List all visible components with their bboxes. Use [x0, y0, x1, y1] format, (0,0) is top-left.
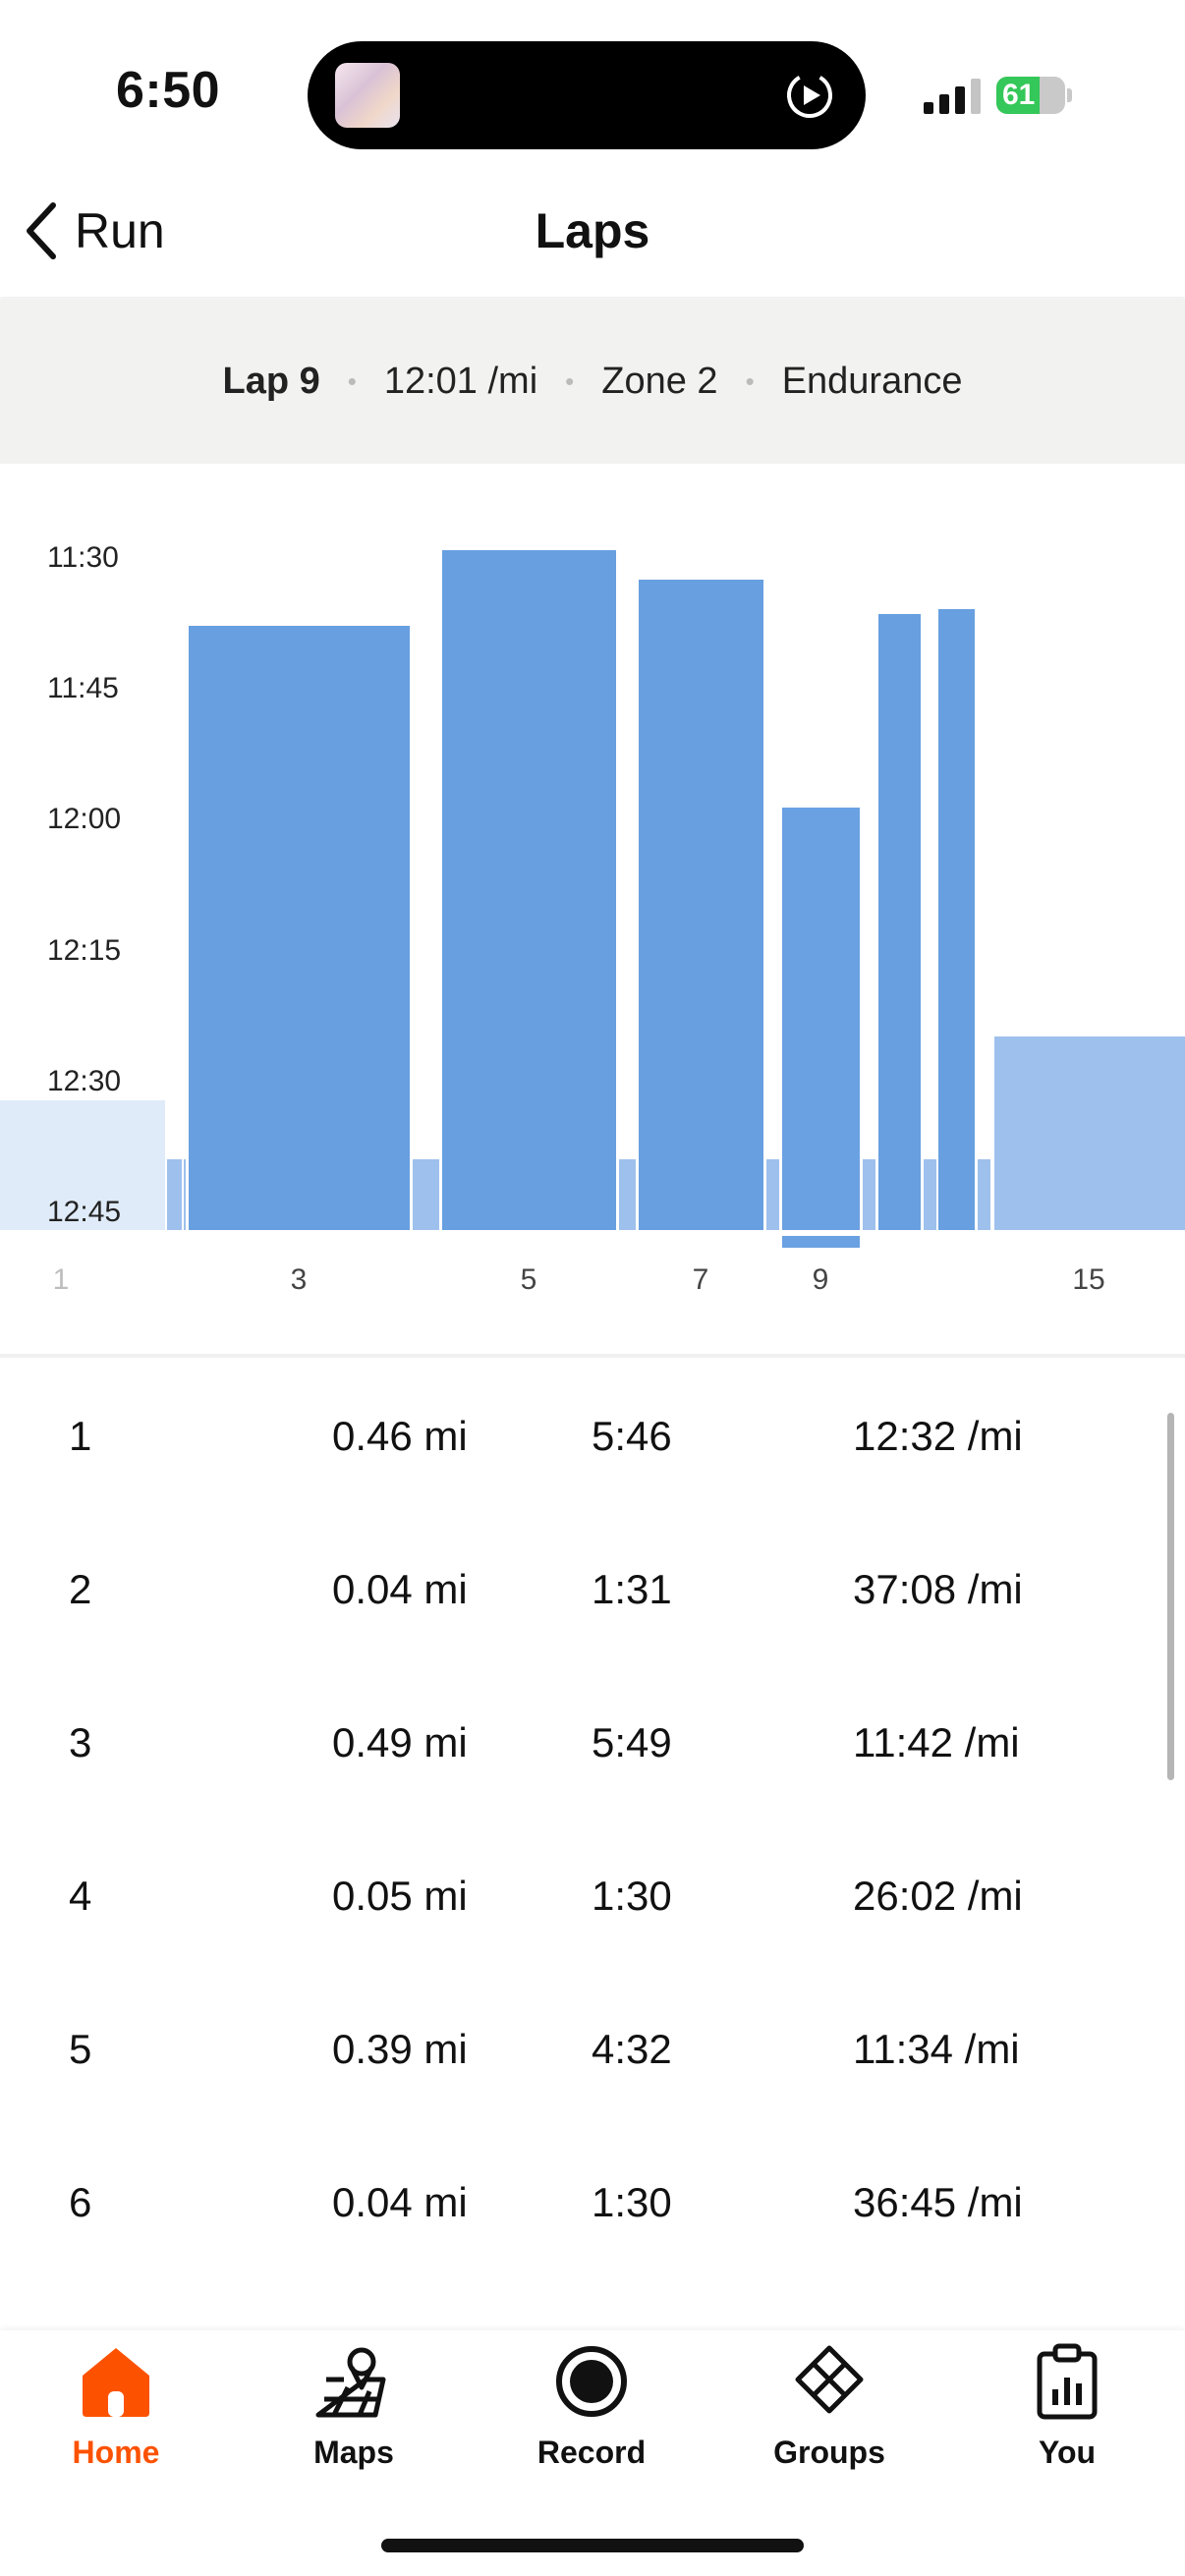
x-tick-label: 9: [813, 1263, 829, 1296]
divider: [0, 1354, 1185, 1358]
lap-number: 1: [69, 1413, 92, 1459]
table-row[interactable]: 6 0.04 mi 1:30 36:45 /mi: [0, 2126, 1185, 2279]
lap-distance: 0.05 mi: [332, 1873, 468, 1919]
tab-record-label: Record: [536, 2435, 647, 2470]
lap-distance: 0.39 mi: [332, 2026, 468, 2072]
summary-pace: 12:01 /mi: [383, 360, 538, 402]
bar-lap-11[interactable]: [878, 614, 921, 1230]
lap-number: 6: [69, 2179, 92, 2225]
bar-lap-9[interactable]: [782, 808, 860, 1230]
bar-lap-5[interactable]: [442, 550, 616, 1230]
lap-distance: 0.04 mi: [332, 2179, 468, 2225]
bar-lap-6[interactable]: [619, 1159, 636, 1230]
tab-you-label: You: [1038, 2435, 1097, 2470]
lap-pace: 11:34 /mi: [853, 2026, 1020, 2072]
summary-lap: Lap 9: [222, 360, 320, 402]
lap-pace: 37:08 /mi: [853, 1566, 1023, 1612]
table-row[interactable]: 3 0.49 mi 5:49 11:42 /mi: [0, 1666, 1185, 1820]
record-icon: [556, 2346, 627, 2417]
bar-lap-2[interactable]: [167, 1159, 182, 1230]
battery-icon: 61: [996, 77, 1073, 116]
home-indicator[interactable]: [381, 2539, 804, 2552]
summary-type: Endurance: [781, 360, 963, 402]
x-tick-label: 15: [1072, 1263, 1104, 1296]
y-tick-label: 12:30: [47, 1065, 121, 1097]
tab-groups-label: Groups: [773, 2435, 885, 2470]
separator-dot: •: [347, 365, 357, 396]
y-tick-label: 11:30: [47, 541, 119, 574]
bar-lap-4[interactable]: [413, 1159, 439, 1230]
y-tick-label: 12:45: [47, 1196, 121, 1228]
lap-time: 1:31: [592, 1566, 672, 1612]
battery-level: 61: [1002, 79, 1036, 111]
y-tick-label: 12:15: [47, 934, 121, 967]
lap-pace: 26:02 /mi: [853, 1873, 1023, 1919]
x-tick-label: 5: [521, 1263, 537, 1296]
lap-time: 1:30: [592, 2179, 672, 2225]
separator-dot: •: [565, 365, 575, 396]
y-tick-label: 12:00: [47, 803, 121, 835]
lap-time: 1:30: [592, 1873, 672, 1919]
bar-lap-8[interactable]: [766, 1159, 779, 1230]
lap-number: 2: [69, 1566, 92, 1612]
tab-home-label: Home: [72, 2435, 160, 2470]
lap-number: 5: [69, 2026, 92, 2072]
lap-time: 5:49: [592, 1719, 672, 1765]
x-tick-label: 1: [53, 1263, 70, 1296]
tab-record[interactable]: Record: [493, 2342, 690, 2471]
page-title: Laps: [535, 203, 650, 258]
replay-icon: [787, 73, 832, 118]
bar-lap-2b[interactable]: [184, 1159, 186, 1230]
lap-distance: 0.46 mi: [332, 1413, 468, 1459]
bar-lap-14[interactable]: [978, 1159, 990, 1230]
tab-you[interactable]: You: [969, 2342, 1165, 2471]
bar-lap-13[interactable]: [938, 609, 975, 1230]
bar-lap-3[interactable]: [189, 626, 410, 1230]
table-row[interactable]: 4 0.05 mi 1:30 26:02 /mi: [0, 1820, 1185, 1973]
lap-time: 4:32: [592, 2026, 672, 2072]
lap-pace: 11:42 /mi: [853, 1719, 1020, 1765]
cellular-signal-icon: [924, 79, 981, 114]
tab-maps-label: Maps: [313, 2435, 394, 2470]
selected-lap-summary: Lap 9 • 12:01 /mi • Zone 2 • Endurance: [0, 299, 1185, 464]
lap-pace: 36:45 /mi: [853, 2179, 1023, 2225]
media-thumbnail: [335, 63, 400, 128]
dynamic-island[interactable]: [308, 41, 866, 149]
maps-icon: [315, 2347, 386, 2418]
x-tick-label: 3: [291, 1263, 308, 1296]
table-row[interactable]: 1 0.46 mi 5:46 12:32 /mi: [0, 1360, 1185, 1513]
table-row[interactable]: 5 0.39 mi 4:32 11:34 /mi: [0, 1973, 1185, 2126]
tab-home[interactable]: Home: [18, 2342, 214, 2471]
lap-number: 4: [69, 1873, 92, 1919]
bar-lap-15[interactable]: [994, 1036, 1185, 1230]
clipboard-chart-icon: [1037, 2343, 1098, 2420]
lap-distance: 0.04 mi: [332, 1566, 468, 1612]
tab-groups[interactable]: Groups: [731, 2342, 928, 2471]
bar-lap-10[interactable]: [863, 1159, 875, 1230]
bar-lap-7[interactable]: [639, 580, 763, 1230]
lap-distance: 0.49 mi: [332, 1719, 468, 1765]
status-time: 6:50: [116, 62, 221, 119]
lap-number: 3: [69, 1719, 92, 1765]
table-row[interactable]: 2 0.04 mi 1:31 37:08 /mi: [0, 1513, 1185, 1666]
home-icon: [83, 2348, 149, 2417]
tab-maps[interactable]: Maps: [255, 2342, 452, 2471]
bar-lap-12[interactable]: [924, 1159, 936, 1230]
lap-pace-chart-svg: 11:30 11:45 12:00 12:15 12:30 12:45 1 3 …: [0, 541, 1185, 1296]
separator-dot: •: [745, 365, 755, 396]
scrollbar[interactable]: [1167, 1413, 1174, 1780]
selected-indicator: [782, 1236, 860, 1248]
lap-pace-chart[interactable]: 11:30 11:45 12:00 12:15 12:30 12:45 1 3 …: [0, 491, 1185, 1297]
lap-pace: 12:32 /mi: [853, 1413, 1023, 1459]
y-tick-label: 11:45: [47, 672, 119, 704]
summary-zone: Zone 2: [601, 360, 718, 402]
groups-icon: [795, 2345, 864, 2414]
lap-time: 5:46: [592, 1413, 672, 1459]
x-tick-label: 7: [693, 1263, 709, 1296]
